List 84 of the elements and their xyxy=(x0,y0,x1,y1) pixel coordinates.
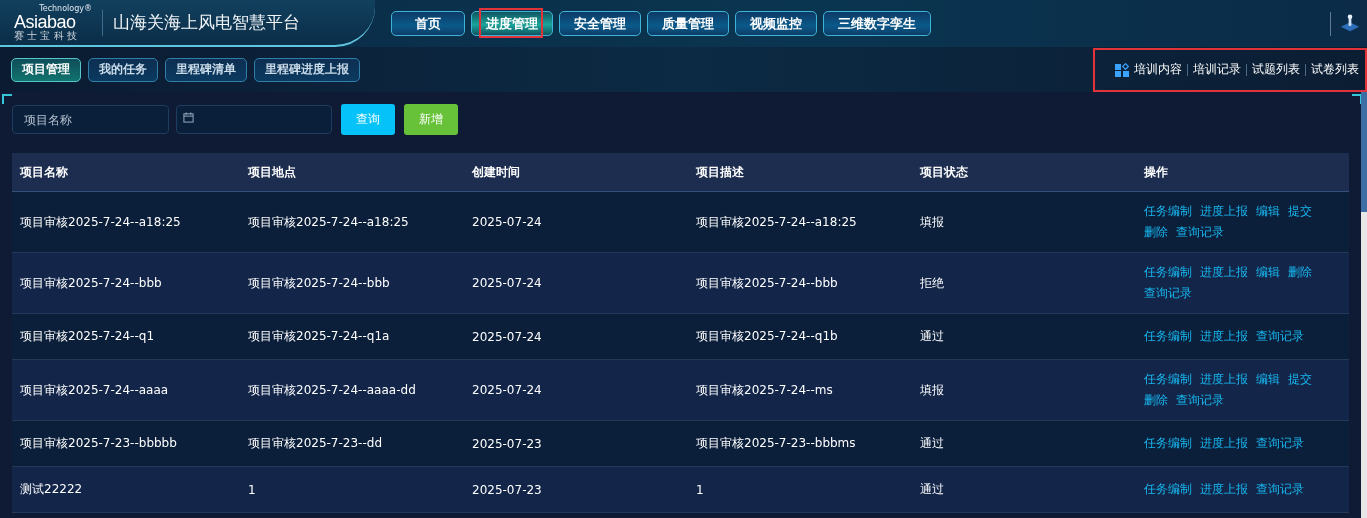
column-header: 操作 xyxy=(1143,163,1169,181)
row-action-link[interactable]: 任务编制 xyxy=(1144,435,1192,452)
table-cell-text: 项目审核2025-7-24--bbb xyxy=(695,274,839,292)
nav-tab[interactable]: 视频监控 xyxy=(735,11,817,36)
table-cell-text: 填报 xyxy=(919,213,945,231)
table-cell-text: 2025-07-23 xyxy=(471,436,543,451)
table-cell-text: 项目审核2025-7-24--a18:25 xyxy=(247,213,410,231)
sub-tab[interactable]: 里程碑进度上报 xyxy=(254,57,360,82)
company-logo: Technology® Asiabao 赛 士 宝 科 技 xyxy=(14,4,92,41)
table-cell-text: 项目审核2025-7-24--a18:25 xyxy=(19,213,182,231)
row-action-link[interactable]: 查询记录 xyxy=(1256,481,1304,498)
table-cell-text: 项目审核2025-7-24--q1b xyxy=(695,328,839,345)
row-action-link[interactable]: 查询记录 xyxy=(1256,328,1304,345)
table-cell-text: 1 xyxy=(247,482,257,497)
column-header: 项目描述 xyxy=(695,163,745,181)
table-cell-text: 2025-07-24 xyxy=(471,276,543,290)
table-cell-text: 通过 xyxy=(919,328,945,345)
table-cell-text: 通过 xyxy=(919,481,945,498)
table-cell-text: 通过 xyxy=(919,435,945,452)
project-name-field[interactable]: 项目名称 xyxy=(12,105,169,134)
table-cell-text: 项目审核2025-7-24--q1 xyxy=(19,328,155,345)
row-action-link[interactable]: 进度上报 xyxy=(1200,203,1248,220)
date-field[interactable] xyxy=(176,105,332,134)
table-cell-text: 项目审核2025-7-24--bbb xyxy=(247,274,391,292)
column-header: 项目名称 xyxy=(19,163,69,181)
column-header: 项目地点 xyxy=(247,163,297,181)
table-cell-text: 1 xyxy=(695,482,705,497)
nav-tab[interactable]: 进度管理 xyxy=(471,11,553,36)
quick-link[interactable]: 试题列表 xyxy=(1252,61,1300,78)
table-cell-text: 测试22222 xyxy=(19,481,84,498)
table-cell-text: 2025-07-23 xyxy=(471,482,543,497)
quick-link[interactable]: 试卷列表 xyxy=(1311,61,1359,78)
row-action-link[interactable]: 进度上报 xyxy=(1200,264,1248,281)
sub-tab[interactable]: 里程碑清单 xyxy=(165,57,247,82)
table-cell-text: 2025-07-24 xyxy=(471,383,543,397)
nav-tab[interactable]: 质量管理 xyxy=(647,11,729,36)
table-cell-text: 2025-07-24 xyxy=(471,215,543,229)
table-cell-text: 项目审核2025-7-24--q1a xyxy=(247,328,391,345)
row-action-link[interactable]: 进度上报 xyxy=(1200,481,1248,498)
grid-icon xyxy=(1115,62,1129,77)
platform-title: 山海关海上风电智慧平台 xyxy=(113,11,300,34)
nav-tab[interactable]: 三维数字孪生 xyxy=(823,11,931,36)
row-action-link[interactable]: 查询记录 xyxy=(1176,224,1224,241)
nav-tab[interactable]: 安全管理 xyxy=(559,11,641,36)
nav-tab[interactable]: 首页 xyxy=(391,11,465,36)
row-action-link[interactable]: 删除 xyxy=(1144,224,1168,241)
table-cell-text: 项目审核2025-7-24--a18:25 xyxy=(695,213,858,231)
scrollbar[interactable] xyxy=(1361,92,1367,518)
sub-tab[interactable]: 项目管理 xyxy=(11,57,81,82)
row-action-link[interactable]: 进度上报 xyxy=(1200,328,1248,345)
table-cell-text: 项目审核2025-7-23--bbbbb xyxy=(19,435,178,452)
table-cell-text: 填报 xyxy=(919,381,945,399)
row-action-link[interactable]: 进度上报 xyxy=(1200,435,1248,452)
row-action-link[interactable]: 删除 xyxy=(1288,264,1312,281)
row-action-link[interactable]: 任务编制 xyxy=(1144,481,1192,498)
row-action-link[interactable]: 任务编制 xyxy=(1144,328,1192,345)
row-action-link[interactable]: 查询记录 xyxy=(1144,285,1192,302)
table-cell-text: 项目审核2025-7-24--aaaa xyxy=(19,381,170,399)
row-action-link[interactable]: 编辑 xyxy=(1256,264,1280,281)
table-cell-text: 2025-07-24 xyxy=(471,329,543,344)
table-cell-text: 项目审核2025-7-23--dd xyxy=(247,435,383,452)
corner-bracket xyxy=(2,94,12,104)
row-action-link[interactable]: 查询记录 xyxy=(1256,435,1304,452)
row-action-link[interactable]: 编辑 xyxy=(1256,371,1280,388)
table-cell-text: 项目审核2025-7-24--bbb xyxy=(19,274,163,292)
column-header: 项目状态 xyxy=(919,163,969,181)
row-action-link[interactable]: 删除 xyxy=(1144,392,1168,409)
table-cell-text: 项目审核2025-7-23--bbbms xyxy=(695,435,857,452)
table-cell-text: 项目审核2025-7-24--aaaa-dd xyxy=(247,381,417,399)
quick-link[interactable]: 培训内容 xyxy=(1134,61,1182,78)
row-action-link[interactable]: 查询记录 xyxy=(1176,392,1224,409)
row-action-link[interactable]: 任务编制 xyxy=(1144,264,1192,281)
sub-tab[interactable]: 我的任务 xyxy=(88,57,158,82)
table-cell-text: 项目审核2025-7-24--ms xyxy=(695,381,834,399)
column-header: 创建时间 xyxy=(471,163,521,181)
table-cell-text: 拒绝 xyxy=(919,274,945,292)
row-action-link[interactable]: 提交 xyxy=(1288,203,1312,220)
row-action-link[interactable]: 任务编制 xyxy=(1144,371,1192,388)
row-action-link[interactable]: 编辑 xyxy=(1256,203,1280,220)
row-action-link[interactable]: 进度上报 xyxy=(1200,371,1248,388)
calendar-icon xyxy=(183,112,194,123)
row-action-link[interactable]: 提交 xyxy=(1288,371,1312,388)
row-action-link[interactable]: 任务编制 xyxy=(1144,203,1192,220)
quick-link[interactable]: 培训记录 xyxy=(1193,61,1241,78)
